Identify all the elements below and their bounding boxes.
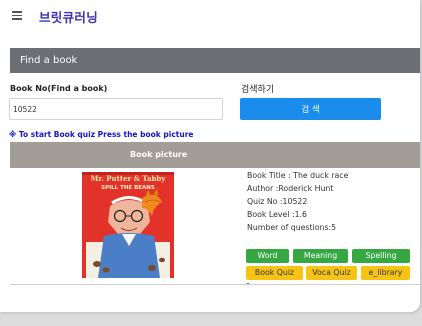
book-level: Book Level :1.6 [247, 210, 307, 219]
book-quiz-button[interactable]: Book Quiz [246, 266, 303, 280]
spelling-button[interactable]: Spelling [352, 249, 410, 263]
row-divider [10, 284, 420, 285]
card-title: Find a book [20, 55, 78, 66]
book-no-label: Book No(Find a book) [10, 84, 108, 93]
voca-quiz-button[interactable]: Voca Quiz [306, 266, 357, 280]
cover-title: Mr. Putter & Tabby [91, 174, 167, 183]
quiz-number: Quiz No :10522 [247, 197, 308, 206]
book-cover-image[interactable]: Mr. Putter & Tabby SPILL THE BEANS [82, 172, 174, 278]
top-bar: 브릿큐러닝 [0, 0, 420, 32]
menu-icon[interactable] [12, 11, 22, 20]
e-library-button[interactable]: e_library [361, 266, 410, 280]
book-no-input[interactable] [9, 98, 223, 120]
meaning-button[interactable]: Meaning [293, 249, 348, 263]
book-author: Author :Roderick Hunt [247, 184, 334, 193]
quiz-instruction: ※ To start Book quiz Press the book pict… [9, 130, 194, 139]
word-button[interactable]: Word [246, 249, 289, 263]
table-header: Book picture [10, 142, 420, 168]
column-book-picture: Book picture [130, 150, 188, 159]
brand-title[interactable]: 브릿큐러닝 [39, 7, 98, 26]
search-button[interactable]: 검 색 [240, 98, 381, 120]
cover-subtitle: SPILL THE BEANS [101, 185, 155, 191]
question-count: Number of questions:5 [247, 223, 337, 232]
card-header: Find a book [10, 48, 420, 73]
book-title: Book Title : The duck race [247, 171, 349, 180]
page: 브릿큐러닝 Find a book Book No(Find a book) 검… [0, 0, 420, 312]
search-label: 검색하기 [241, 85, 275, 95]
